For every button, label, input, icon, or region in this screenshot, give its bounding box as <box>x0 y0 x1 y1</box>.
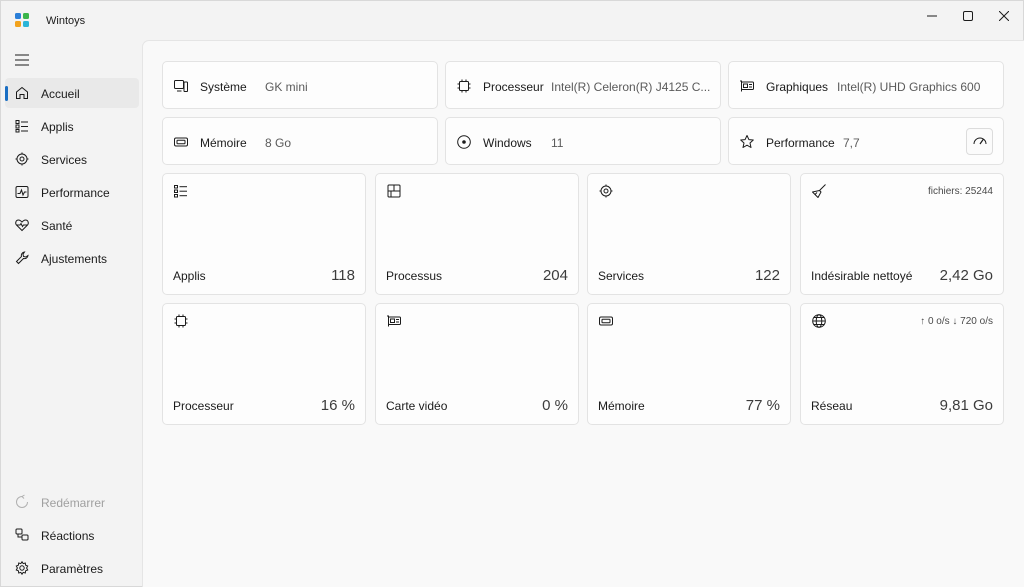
stat-value: 0 % <box>542 397 568 414</box>
performance-chart-icon <box>15 186 29 198</box>
sidebar-item-applis[interactable]: Applis <box>5 111 139 141</box>
stat-label: Applis <box>173 269 206 283</box>
stat-value: 77 % <box>745 397 780 414</box>
broom-icon <box>812 184 826 198</box>
dashboard-content: Système GK mini Processeur Intel(R) Cele… <box>142 40 1024 587</box>
junk-files-count: fichiers: 25244 <box>927 186 993 197</box>
stat-value: 122 <box>754 267 780 284</box>
info-card-windows: Windows 11 <box>445 117 721 165</box>
stat-card-processeur[interactable]: Processeur 16 % <box>162 303 366 425</box>
title-bar[interactable]: Wintoys <box>1 1 1023 39</box>
apps-list-icon <box>174 185 187 198</box>
sidebar-item-performance[interactable]: Performance <box>5 177 139 207</box>
maximize-icon <box>963 11 973 21</box>
info-label: Processeur <box>483 80 544 94</box>
info-label: Windows <box>483 136 532 150</box>
computer-icon <box>174 80 188 92</box>
apps-list-icon <box>15 120 28 133</box>
stat-value: 16 % <box>320 397 355 414</box>
info-value: 8 Go <box>265 136 292 150</box>
disc-icon <box>457 135 471 149</box>
stat-label: Processeur <box>173 399 234 413</box>
sidebar-item-accueil[interactable]: Accueil <box>5 78 139 108</box>
home-icon <box>16 86 28 99</box>
minimize-icon <box>927 15 937 17</box>
stat-label: Réseau <box>811 399 853 413</box>
heart-pulse-icon <box>15 219 29 232</box>
stat-card-carte-video[interactable]: Carte vidéo 0 % <box>375 303 579 425</box>
info-label: Performance <box>766 136 835 150</box>
info-value: 11 <box>551 136 564 150</box>
speedometer-icon <box>973 137 986 144</box>
sidebar-item-parametres[interactable]: Paramètres <box>5 553 139 583</box>
stat-value: 2,42 Go <box>939 267 993 284</box>
performance-test-button[interactable] <box>966 128 993 155</box>
memory-icon <box>174 137 188 147</box>
info-card-performance: Performance 7,7 <box>728 117 1004 165</box>
active-indicator <box>5 86 8 101</box>
services-gear-icon <box>599 184 613 198</box>
globe-icon <box>812 314 826 328</box>
info-value: Intel(R) Celeron(R) J4125 C... <box>551 80 711 94</box>
close-icon <box>999 11 1009 21</box>
info-card-systeme: Système GK mini <box>162 61 438 109</box>
star-icon <box>740 135 754 148</box>
info-label: Mémoire <box>200 136 247 150</box>
stat-value: 118 <box>331 267 355 284</box>
info-card-processeur: Processeur Intel(R) Celeron(R) J4125 C..… <box>445 61 721 109</box>
stat-card-services[interactable]: Services 122 <box>587 173 791 295</box>
stat-card-processus[interactable]: Processus 204 <box>375 173 579 295</box>
sidebar-item-services[interactable]: Services <box>5 144 139 174</box>
stat-value: 9,81 Go <box>939 397 993 414</box>
info-value: Intel(R) UHD Graphics 600 <box>837 80 981 94</box>
graphics-card-icon <box>740 80 754 92</box>
sidebar-item-label: Services <box>41 153 88 167</box>
stat-label: Mémoire <box>598 399 645 413</box>
stat-value: 204 <box>542 267 568 284</box>
process-blocks-icon <box>387 184 401 198</box>
sidebar-item-sante[interactable]: Santé <box>5 210 139 240</box>
wrench-icon <box>15 251 29 265</box>
memory-icon <box>599 316 613 326</box>
services-gear-icon <box>15 152 29 166</box>
info-label: Système <box>200 80 247 94</box>
stat-card-memoire[interactable]: Mémoire 77 % <box>587 303 791 425</box>
graphics-card-icon <box>387 315 401 327</box>
sidebar-item-redemarrer[interactable]: Redémarrer <box>5 487 139 517</box>
info-card-graphiques: Graphiques Intel(R) UHD Graphics 600 <box>728 61 1004 109</box>
stat-card-reseau[interactable]: ↑ 0 o/s ↓ 720 o/s Réseau 9,81 Go <box>800 303 1004 425</box>
sidebar-item-label: Accueil <box>41 87 80 101</box>
sidebar-item-ajustements[interactable]: Ajustements <box>5 243 139 273</box>
stat-label: Processus <box>386 269 443 283</box>
stat-card-indesirable[interactable]: fichiers: 25244 Indésirable nettoyé 2,42… <box>800 173 1004 295</box>
hamburger-menu-icon[interactable] <box>15 54 29 66</box>
info-label: Graphiques <box>766 80 829 94</box>
app-window: Wintoys Accueil Applis Services Performa… <box>0 0 1024 587</box>
sidebar-item-label: Réactions <box>41 529 95 543</box>
cpu-chip-icon <box>174 314 188 328</box>
stat-label: Carte vidéo <box>386 399 448 413</box>
sidebar-item-label: Paramètres <box>41 562 104 576</box>
wintoys-logo-icon <box>15 13 29 27</box>
sidebar-item-label: Redémarrer <box>41 496 106 510</box>
info-value: 7,7 <box>843 136 860 150</box>
stat-label: Services <box>598 269 645 283</box>
sidebar-item-label: Ajustements <box>41 252 108 266</box>
settings-gear-icon <box>15 560 29 576</box>
sidebar-item-label: Applis <box>41 120 74 134</box>
network-speed: ↑ 0 o/s ↓ 720 o/s <box>920 316 993 327</box>
stat-label: Indésirable nettoyé <box>811 269 913 283</box>
cpu-chip-icon <box>457 79 471 93</box>
sidebar-item-label: Performance <box>41 186 110 200</box>
sidebar-item-reactions[interactable]: Réactions <box>5 520 139 550</box>
restart-icon <box>16 494 28 508</box>
feedback-icon <box>15 528 29 541</box>
info-card-memoire: Mémoire 8 Go <box>162 117 438 165</box>
sidebar-item-label: Santé <box>41 219 73 233</box>
info-value: GK mini <box>265 80 308 94</box>
stat-card-applis[interactable]: Applis 118 <box>162 173 366 295</box>
app-title: Wintoys <box>46 15 86 27</box>
close-button[interactable] <box>981 1 1024 31</box>
